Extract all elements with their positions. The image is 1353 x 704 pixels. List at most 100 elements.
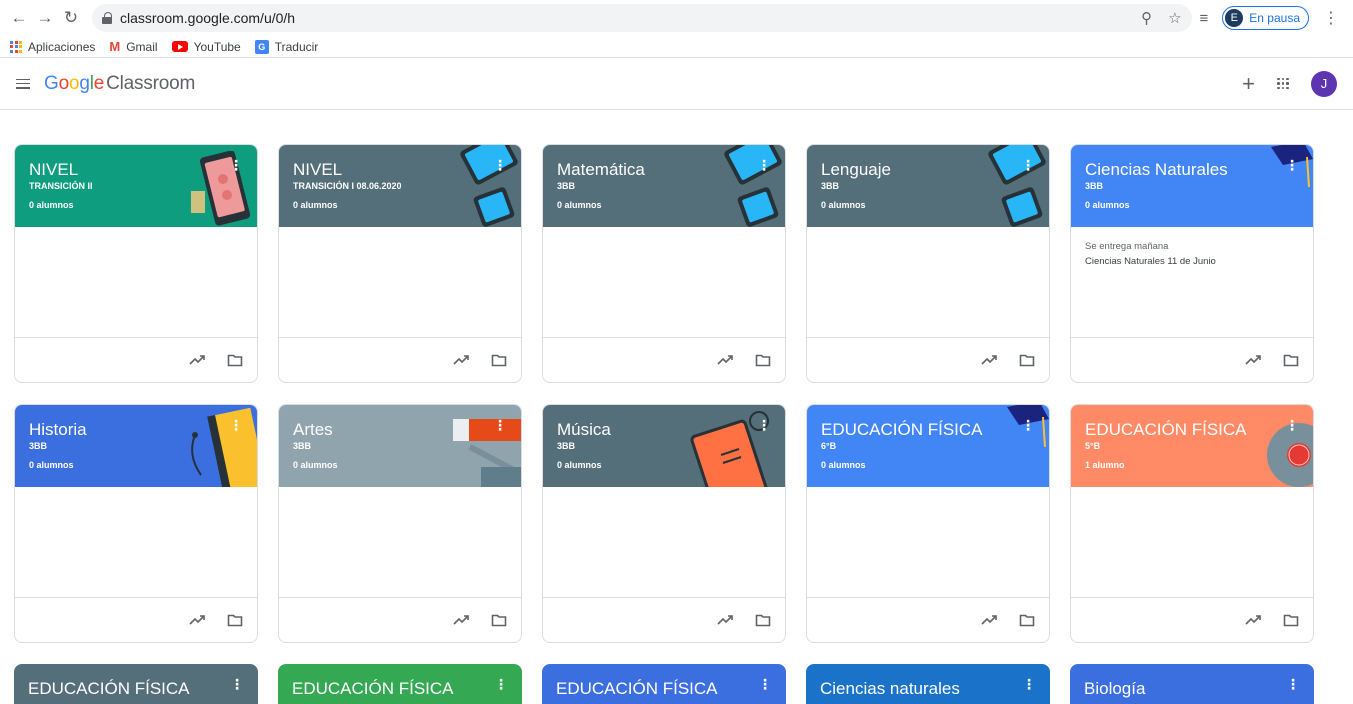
class-card-header[interactable]: Lenguaje 3BB 0 alumnos ⋮ [807,145,1049,227]
profile-avatar: E [1225,9,1244,27]
class-card-header[interactable]: NIVEL TRANSICIÓN II 0 alumnos ⋮ [15,145,257,227]
class-card[interactable]: EDUCACIÓN FÍSICA 6°B 0 alumnos ⋮ [806,404,1050,643]
more-options-icon[interactable]: ⋮ [229,417,243,434]
folder-icon[interactable] [755,353,771,367]
folder-icon[interactable] [1019,353,1035,367]
class-card[interactable]: Matemática 3BB 0 alumnos ⋮ [542,144,786,383]
trending-grades-icon[interactable] [981,614,999,626]
folder-icon[interactable] [227,353,243,367]
more-options-icon[interactable]: ⋮ [1285,157,1299,174]
class-card[interactable]: EDUCACIÓN FÍSICA ⋮ [14,664,258,704]
more-options-icon[interactable]: ⋮ [1285,417,1299,434]
more-options-icon[interactable]: ⋮ [1286,676,1300,693]
reload-icon[interactable]: ↻ [60,7,82,29]
bookmark-youtube[interactable]: YouTube [171,40,241,54]
url-text[interactable]: classroom.google.com/u/0/h [120,10,295,26]
class-card[interactable]: EDUCACIÓN FÍSICA 5°B 1 alumno ⋮ [1070,404,1314,643]
class-card-header[interactable]: Artes 3BB 0 alumnos ⋮ [279,405,521,487]
browser-menu-icon[interactable]: ⋮ [1323,8,1339,28]
more-options-icon[interactable]: ⋮ [1021,157,1035,174]
trending-grades-icon[interactable] [717,614,735,626]
class-card[interactable]: Biología ⋮ [1070,664,1314,704]
class-title[interactable]: EDUCACIÓN FÍSICA [292,678,508,699]
trending-grades-icon[interactable] [189,354,207,366]
add-class-plus-icon[interactable]: + [1242,72,1255,95]
class-card[interactable]: Ciencias Naturales 3BB 0 alumnos ⋮ Se en… [1070,144,1314,383]
class-card[interactable]: Lenguaje 3BB 0 alumnos ⋮ [806,144,1050,383]
class-card[interactable]: Ciencias naturales ⋮ [806,664,1050,704]
trending-grades-icon[interactable] [1245,354,1263,366]
class-title[interactable]: Lenguaje [821,159,1035,180]
class-card[interactable]: NIVEL TRANSICIÓN I 08.06.2020 0 alumnos … [278,144,522,383]
media-control-icon[interactable]: ≡ [1200,10,1209,27]
class-card-header[interactable]: EDUCACIÓN FÍSICA 5°B 1 alumno ⋮ [1071,405,1313,487]
class-student-count: 0 alumnos [1085,200,1130,210]
lock-icon [102,12,112,24]
bookmark-aplicaciones[interactable]: Aplicaciones [10,40,95,54]
class-title[interactable]: Matemática [557,159,771,180]
more-options-icon[interactable]: ⋮ [1022,676,1036,693]
folder-icon[interactable] [227,613,243,627]
zoom-icon[interactable]: ⚲ [1141,9,1152,27]
more-options-icon[interactable]: ⋮ [494,676,508,693]
class-title[interactable]: Biología [1084,678,1300,699]
folder-icon[interactable] [491,613,507,627]
more-options-icon[interactable]: ⋮ [758,676,772,693]
class-section: 6°B [821,441,837,451]
class-card-header[interactable]: Música 3BB 0 alumnos ⋮ [543,405,785,487]
forward-arrow-icon[interactable]: → [34,7,56,29]
class-card[interactable]: NIVEL TRANSICIÓN II 0 alumnos ⋮ [14,144,258,383]
more-options-icon[interactable]: ⋮ [1021,417,1035,434]
account-avatar[interactable]: J [1311,70,1337,97]
class-card-header[interactable]: Historia 3BB 0 alumnos ⋮ [15,405,257,487]
more-options-icon[interactable]: ⋮ [757,417,771,434]
class-title[interactable]: Ciencias naturales [820,678,1036,699]
profile-paused-button[interactable]: E En pausa [1222,6,1309,30]
more-options-icon[interactable]: ⋮ [493,157,507,174]
class-title[interactable]: Historia [29,419,243,440]
class-title[interactable]: EDUCACIÓN FÍSICA [1085,419,1299,440]
bookmark-gmail[interactable]: M Gmail [109,39,157,54]
class-card[interactable]: EDUCACIÓN FÍSICA ⋮ [542,664,786,704]
trending-grades-icon[interactable] [189,614,207,626]
gmail-icon: M [109,39,121,54]
more-options-icon[interactable]: ⋮ [493,417,507,434]
trending-grades-icon[interactable] [981,354,999,366]
bookmark-traducir[interactable]: G Traducir [254,39,318,54]
folder-icon[interactable] [755,613,771,627]
classroom-logo[interactable]: Google Classroom [44,73,195,95]
google-apps-icon[interactable] [1277,77,1289,90]
folder-icon[interactable] [491,353,507,367]
trending-grades-icon[interactable] [453,354,471,366]
class-card[interactable]: Música 3BB 0 alumnos ⋮ [542,404,786,643]
more-options-icon[interactable]: ⋮ [229,157,243,174]
folder-icon[interactable] [1283,353,1299,367]
class-card-header[interactable]: NIVEL TRANSICIÓN I 08.06.2020 0 alumnos … [279,145,521,227]
class-card[interactable]: Historia 3BB 0 alumnos ⋮ [14,404,258,643]
class-title[interactable]: NIVEL [29,159,243,180]
class-card-header[interactable]: EDUCACIÓN FÍSICA 6°B 0 alumnos ⋮ [807,405,1049,487]
back-arrow-icon[interactable]: ← [8,7,30,29]
class-title[interactable]: EDUCACIÓN FÍSICA [28,678,244,699]
hamburger-menu-icon[interactable] [16,78,30,89]
trending-grades-icon[interactable] [717,354,735,366]
due-assignment-link[interactable]: Ciencias Naturales 11 de Junio [1085,254,1299,269]
class-title[interactable]: NIVEL [293,159,507,180]
class-title[interactable]: Música [557,419,771,440]
class-card-header[interactable]: Matemática 3BB 0 alumnos ⋮ [543,145,785,227]
class-title[interactable]: Ciencias Naturales [1085,159,1299,180]
folder-icon[interactable] [1283,613,1299,627]
more-options-icon[interactable]: ⋮ [230,676,244,693]
bookmark-star-icon[interactable]: ☆ [1168,9,1181,27]
folder-icon[interactable] [1019,613,1035,627]
class-card[interactable]: Artes 3BB 0 alumnos ⋮ [278,404,522,643]
class-title[interactable]: EDUCACIÓN FÍSICA [821,419,1035,440]
class-title[interactable]: EDUCACIÓN FÍSICA [556,678,772,699]
class-card[interactable]: EDUCACIÓN FÍSICA ⋮ [278,664,522,704]
trending-grades-icon[interactable] [453,614,471,626]
address-bar[interactable]: classroom.google.com/u/0/h ⚲ ☆ [92,4,1192,32]
more-options-icon[interactable]: ⋮ [757,157,771,174]
trending-grades-icon[interactable] [1245,614,1263,626]
class-title[interactable]: Artes [293,419,507,440]
class-card-header[interactable]: Ciencias Naturales 3BB 0 alumnos ⋮ [1071,145,1313,227]
